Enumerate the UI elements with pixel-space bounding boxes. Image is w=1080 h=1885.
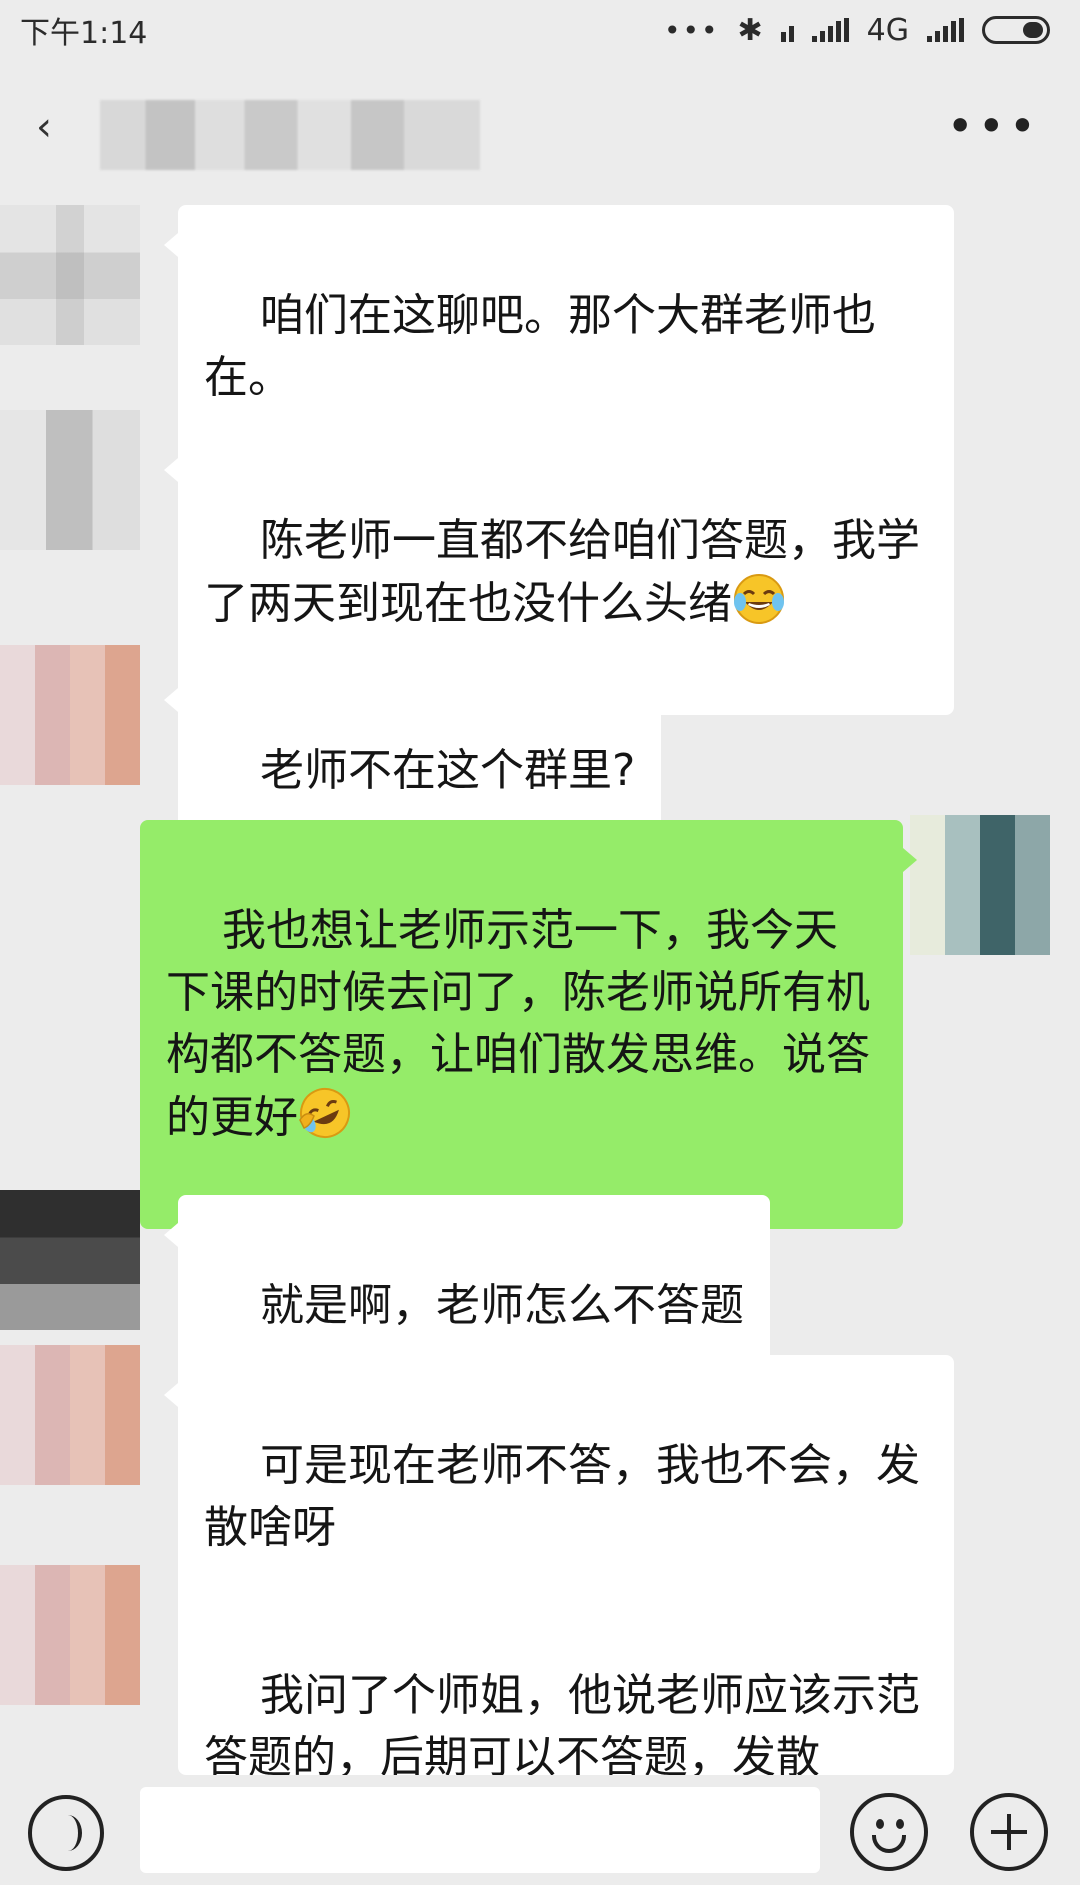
voice-icon[interactable]: [28, 1795, 104, 1871]
smiley-icon[interactable]: [850, 1793, 928, 1871]
network-type: 4G: [866, 12, 909, 48]
message-text: 陈老师一直都不给咱们答题，我学了两天到现在也没什么头绪: [204, 515, 920, 629]
message-text: 就是啊，老师怎么不答题: [259, 1280, 744, 1331]
avatar[interactable]: [0, 645, 140, 785]
status-icons: ••• ✱ 4G: [664, 13, 1060, 48]
back-chevron-icon[interactable]: ‹: [36, 107, 70, 147]
avatar[interactable]: [0, 205, 140, 345]
smiley-mouth: [872, 1835, 906, 1853]
message-input[interactable]: [140, 1787, 820, 1873]
avatar[interactable]: [0, 1190, 140, 1330]
tears-of-joy-emoji-icon: [734, 574, 784, 624]
avatar[interactable]: [0, 1345, 140, 1485]
data-transfer-icon: [780, 18, 794, 42]
avatar[interactable]: [0, 1565, 140, 1705]
message-text: 可是现在老师不答，我也不会，发散啥呀: [204, 1440, 920, 1553]
smiley-eye: [876, 1819, 884, 1829]
message-bubble-7[interactable]: 我问了个师姐，他说老师应该示范答题的，后期可以不答题，发散: [178, 1585, 954, 1775]
chat-header: ‹ •••: [0, 60, 1080, 205]
status-bar: 下午1:14 ••• ✱ 4G: [0, 0, 1080, 60]
avatar-self[interactable]: [910, 815, 1050, 955]
message-text: 老师不在这个群里?: [259, 745, 636, 796]
chat-title-redacted: [100, 100, 480, 170]
plus-icon[interactable]: [970, 1793, 1048, 1871]
avatar[interactable]: [0, 410, 140, 550]
notification-dots-icon: •••: [663, 13, 720, 47]
battery-icon: [982, 16, 1050, 44]
message-text: 我问了个师姐，他说老师应该示范答题的，后期可以不答题，发散: [204, 1670, 920, 1775]
signal-strength-icon-1: [811, 18, 849, 42]
message-text: 咱们在这聊吧。那个大群老师也在。: [204, 290, 876, 403]
rolling-laughing-emoji-icon: [299, 1088, 350, 1138]
more-dots-icon[interactable]: •••: [947, 103, 1040, 149]
status-time: 下午1:14: [20, 16, 148, 51]
bluetooth-icon: ✱: [737, 12, 763, 48]
message-bubble-4[interactable]: 我也想让老师示范一下，我今天下课的时候去问了，陈老师说所有机构都不答题，让咱们散…: [140, 820, 917, 1229]
smiley-eye: [896, 1819, 904, 1829]
chat-screen: 下午1:14 ••• ✱ 4G ‹ ••• 咱们在这聊吧。那个大群老师也在。 陈…: [0, 0, 1080, 1885]
message-text: 我也想让老师示范一下，我今天下课的时候去问了，陈老师说所有机构都不答题，让咱们散…: [166, 905, 870, 1143]
signal-strength-icon-2: [927, 18, 964, 42]
input-bar: [0, 1775, 1080, 1885]
